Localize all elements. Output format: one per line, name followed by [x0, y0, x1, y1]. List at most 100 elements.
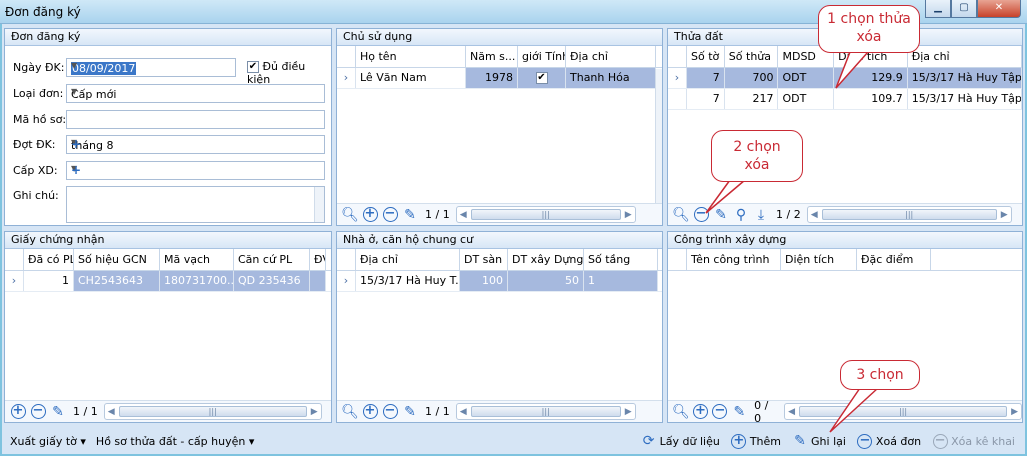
- remove-icon[interactable]: −: [692, 206, 710, 224]
- column-header[interactable]: Năm s...: [466, 46, 518, 67]
- ghi-chu-textarea[interactable]: [66, 186, 325, 223]
- remove-icon[interactable]: −: [29, 403, 47, 421]
- minimize-button[interactable]: ▁: [925, 0, 951, 18]
- ghi-lai-button[interactable]: ✎ Ghi lại: [791, 432, 846, 450]
- column-header[interactable]: Mã vạch: [160, 249, 234, 270]
- column-header[interactable]: Số hiệu GCN: [74, 249, 160, 270]
- horizontal-scrollbar[interactable]: ◀ ||| ▶: [455, 403, 636, 420]
- column-header[interactable]: Diện tích: [781, 249, 857, 270]
- cell-dia-chi[interactable]: Thanh Hóa: [566, 68, 656, 88]
- remove-icon[interactable]: −: [381, 403, 399, 421]
- column-header[interactable]: Tên công trình: [687, 249, 781, 270]
- close-button[interactable]: ✕: [977, 0, 1021, 18]
- column-header[interactable]: ĐV: [310, 249, 326, 270]
- plus-icon[interactable]: +: [71, 137, 320, 151]
- cell-mdsd[interactable]: ODT: [778, 89, 835, 109]
- cap-xd-select[interactable]: ▼ +: [66, 161, 325, 180]
- search-icon[interactable]: 🔍︎: [672, 403, 690, 421]
- loai-don-select[interactable]: Cấp mới ▼: [66, 84, 325, 103]
- cell-so-tang[interactable]: 1: [584, 271, 658, 291]
- cell-nam-sinh[interactable]: 1978: [466, 68, 518, 88]
- ma-ho-so-input[interactable]: [66, 110, 325, 129]
- bottom-toolbar: Xuất giấy tờ ▾ Hồ sơ thửa đất - cấp huyệ…: [2, 428, 1025, 454]
- them-button[interactable]: + Thêm: [730, 432, 781, 450]
- cell-so-hieu-gcn[interactable]: CH2543643: [74, 271, 160, 291]
- search-icon[interactable]: 🔍︎: [672, 206, 690, 224]
- cell-mdsd[interactable]: ODT: [778, 68, 835, 88]
- chevron-down-icon[interactable]: ▼: [71, 61, 231, 70]
- cell-dia-chi[interactable]: 15/3/17 Hà Huy T...: [356, 271, 460, 291]
- lay-du-lieu-button[interactable]: ⟳ Lấy dữ liệu: [640, 432, 720, 450]
- edit-icon[interactable]: ✎: [49, 403, 67, 421]
- check-icon[interactable]: ✔: [535, 72, 548, 84]
- cell-dt-san[interactable]: 100: [460, 271, 508, 291]
- edit-icon[interactable]: ✎: [712, 206, 730, 224]
- table-row[interactable]: › 15/3/17 Hà Huy T... 100 50 1: [337, 271, 662, 292]
- column-header[interactable]: Địa chỉ: [908, 46, 1022, 67]
- column-header[interactable]: giới Tính: [518, 46, 566, 67]
- column-header[interactable]: Họ tên: [356, 46, 466, 67]
- cell-dt-xay-dung[interactable]: 50: [508, 271, 584, 291]
- nha-o-grid: Địa chỉ DT sàn DT xây Dựng Số tầng › 15/…: [337, 249, 662, 292]
- table-row[interactable]: › 1 CH2543643 180731700... QD 235436: [5, 271, 331, 292]
- add-icon[interactable]: +: [9, 403, 27, 421]
- search-icon[interactable]: 🔍︎: [341, 206, 359, 224]
- cell-dia-chi[interactable]: 15/3/17 Hà Huy Tập, K: [907, 68, 1022, 88]
- cell-can-cu-pl[interactable]: QD 235436: [234, 271, 310, 291]
- edit-icon[interactable]: ✎: [731, 403, 748, 421]
- cell-dien-tich[interactable]: 129.9: [834, 68, 908, 88]
- maximize-button[interactable]: ▢: [951, 0, 977, 18]
- column-header[interactable]: Địa chỉ: [356, 249, 460, 270]
- cell-gioi-tinh[interactable]: ✔: [518, 68, 566, 88]
- table-row[interactable]: › 7 700 ODT 129.9 15/3/17 Hà Huy Tập, K: [668, 68, 1022, 89]
- locate-icon[interactable]: ⚲: [732, 206, 750, 224]
- cell-so-to[interactable]: 7: [687, 89, 725, 109]
- column-header[interactable]: Đã có PL: [24, 249, 74, 270]
- ngay-dk-field[interactable]: 08/09/2017 ▼: [66, 58, 236, 77]
- cell-ma-vach[interactable]: 180731700...: [160, 271, 234, 291]
- column-header[interactable]: Số tờ: [687, 46, 725, 67]
- add-icon[interactable]: +: [361, 206, 379, 224]
- xoa-don-button[interactable]: − Xoá đơn: [856, 432, 921, 450]
- cell-dia-chi[interactable]: 15/3/17 Hà Huy Tập, K: [908, 89, 1022, 109]
- remove-icon[interactable]: −: [711, 403, 728, 421]
- horizontal-scrollbar[interactable]: ◀ ||| ▶: [784, 403, 1022, 420]
- du-dieu-kien-checkbox[interactable]: ✔ Đủ điều kiện: [247, 60, 331, 86]
- remove-icon[interactable]: −: [381, 206, 399, 224]
- cell-dv[interactable]: [310, 271, 326, 291]
- xoa-ke-khai-button[interactable]: − Xóa kê khai: [931, 432, 1015, 450]
- chevron-down-icon[interactable]: ▼: [71, 87, 320, 96]
- column-header[interactable]: Số tầng: [584, 249, 658, 270]
- column-header[interactable]: Căn cứ PL: [234, 249, 310, 270]
- table-row[interactable]: 7 217 ODT 109.7 15/3/17 Hà Huy Tập, K: [668, 89, 1022, 110]
- edit-icon[interactable]: ✎: [401, 206, 419, 224]
- download-icon[interactable]: ⤓: [752, 206, 770, 224]
- horizontal-scrollbar[interactable]: ◀ ||| ▶: [103, 403, 322, 420]
- edit-icon[interactable]: ✎: [401, 403, 419, 421]
- add-icon[interactable]: +: [361, 403, 379, 421]
- ghi-chu-label: Ghi chú:: [13, 189, 59, 202]
- scrollbar[interactable]: [314, 187, 324, 222]
- cell-so-thua[interactable]: 217: [725, 89, 779, 109]
- plus-icon[interactable]: +: [71, 163, 320, 177]
- column-header[interactable]: Địa chỉ: [566, 46, 656, 67]
- ho-so-menu[interactable]: Hồ sơ thửa đất - cấp huyện ▾: [96, 435, 254, 448]
- add-icon[interactable]: +: [692, 403, 709, 421]
- column-header[interactable]: DT xây Dựng: [508, 249, 584, 270]
- cell-so-thua[interactable]: 700: [724, 68, 779, 88]
- vertical-scrollbar[interactable]: [655, 69, 662, 205]
- table-row[interactable]: › Lê Văn Nam 1978 ✔ Thanh Hóa: [337, 68, 662, 89]
- horizontal-scrollbar[interactable]: ◀ ||| ▶: [455, 206, 636, 223]
- column-header[interactable]: DT sàn: [460, 249, 508, 270]
- ngay-dk-label: Ngày ĐK:: [13, 61, 65, 74]
- cell-so-to[interactable]: 7: [687, 68, 725, 88]
- dot-dk-select[interactable]: tháng 8 ▼ +: [66, 135, 325, 154]
- cell-dien-tich[interactable]: 109.7: [834, 89, 908, 109]
- cell-da-co-pl[interactable]: 1: [24, 271, 74, 291]
- horizontal-scrollbar[interactable]: ◀ ||| ▶: [806, 206, 1012, 223]
- column-header[interactable]: Số thửa: [725, 46, 779, 67]
- cell-ho-ten[interactable]: Lê Văn Nam: [356, 68, 466, 88]
- column-header[interactable]: Đặc điểm: [857, 249, 931, 270]
- search-icon[interactable]: 🔍︎: [341, 403, 359, 421]
- xuat-giay-to-menu[interactable]: Xuất giấy tờ ▾: [10, 435, 86, 448]
